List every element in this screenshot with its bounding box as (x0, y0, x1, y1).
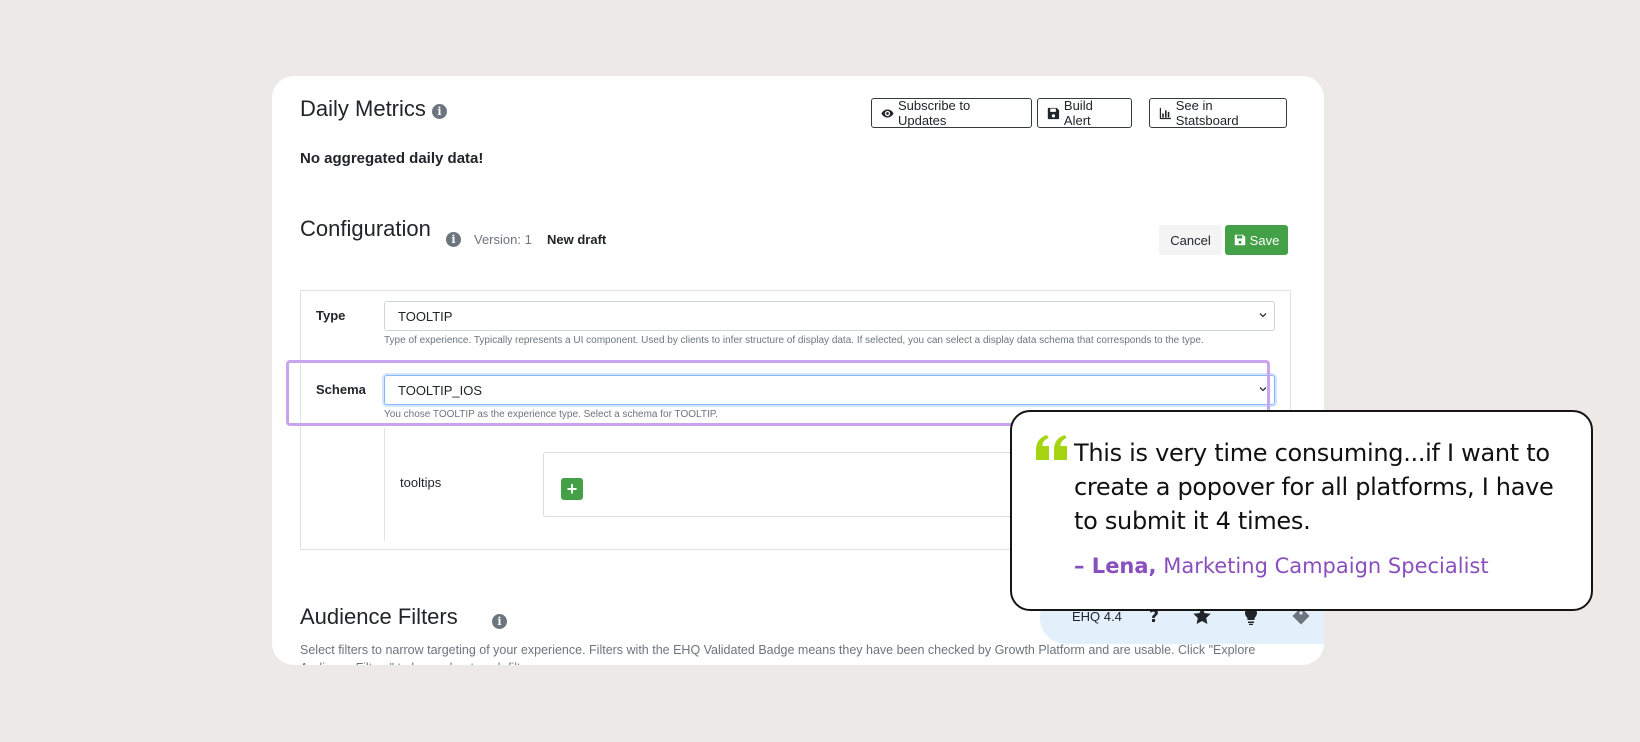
info-icon[interactable]: i (446, 232, 461, 247)
type-select-value: TOOLTIP (398, 308, 453, 324)
save-button[interactable]: Save (1225, 225, 1288, 255)
ehq-version: EHQ 4.4 (1072, 609, 1122, 624)
tooltips-label: tooltips (400, 475, 442, 490)
quote-card: This is very time consuming...if I want … (1010, 410, 1593, 611)
save-disk-icon (1047, 107, 1060, 119)
chart-icon (1159, 107, 1171, 119)
type-label: Type (316, 308, 346, 323)
quote-author: – Lena, Marketing Campaign Specialist (1074, 554, 1489, 578)
configuration-title: Configuration (300, 216, 431, 241)
schema-select[interactable]: TOOLTIP_IOS (384, 375, 1275, 405)
type-help-text: Type of experience. Typically represents… (384, 335, 1204, 346)
subscribe-label: Subscribe to Updates (897, 98, 971, 128)
save-disk-icon (1234, 234, 1245, 246)
plus-icon: + (566, 479, 578, 499)
schema-label: Schema (316, 382, 366, 397)
statsboard-button[interactable]: See in Statsboard (1149, 98, 1287, 128)
daily-metrics-title: Daily Metrics (300, 96, 426, 121)
cancel-label: Cancel (1170, 232, 1211, 248)
type-select[interactable]: TOOLTIP (384, 301, 1275, 331)
schema-select-value: TOOLTIP_IOS (398, 382, 483, 398)
tooltips-array-field: + (543, 452, 1023, 517)
save-label: Save (1249, 232, 1280, 248)
schema-help-text: You chose TOOLTIP as the experience type… (384, 409, 718, 420)
quote-author-name: – Lena, (1074, 554, 1157, 578)
draft-status: New draft (547, 232, 607, 247)
no-data-message: No aggregated daily data! (300, 150, 484, 167)
quote-text: This is very time consuming...if I want … (1074, 439, 1554, 535)
audience-filters-description: Select filters to narrow targeting of yo… (300, 643, 1256, 665)
quote-author-role: Marketing Campaign Specialist (1163, 554, 1489, 578)
nested-divider (384, 428, 385, 541)
chevron-down-icon (1259, 387, 1267, 392)
subscribe-button[interactable]: Subscribe to Updates (871, 98, 1032, 128)
statsboard-label: See in Statsboard (1175, 98, 1239, 128)
info-icon[interactable]: i (492, 614, 507, 629)
chevron-down-icon (1259, 313, 1267, 318)
quote-mark-icon (1036, 435, 1067, 460)
add-tooltip-button[interactable]: + (561, 478, 583, 500)
eye-icon (881, 108, 894, 118)
version-label: Version: 1 (474, 232, 532, 247)
build-alert-label: Build Alert (1063, 98, 1093, 128)
build-alert-button[interactable]: Build Alert (1037, 98, 1132, 128)
cancel-button[interactable]: Cancel (1159, 225, 1222, 255)
info-icon[interactable]: i (432, 104, 447, 119)
audience-filters-title: Audience Filters (300, 604, 458, 629)
